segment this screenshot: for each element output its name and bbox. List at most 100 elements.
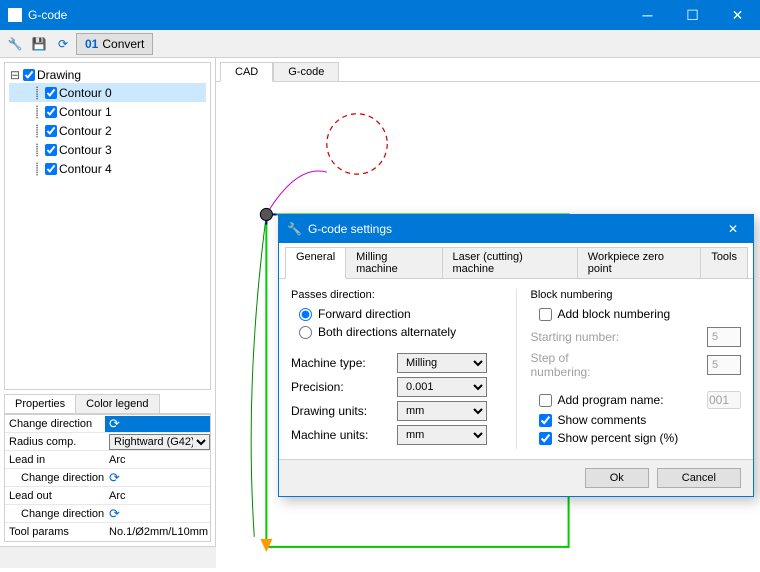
refresh-icon: ⟳ xyxy=(109,470,120,486)
refresh-icon: ⟳ xyxy=(109,506,120,522)
tree-item-3[interactable]: ⸽ Contour 3 xyxy=(9,140,206,159)
tree-item-0-label: Contour 0 xyxy=(59,86,112,100)
tree-root-checkbox[interactable] xyxy=(23,69,35,81)
tree-root[interactable]: ⊟ Drawing xyxy=(9,67,206,83)
view-tabs: CAD G-code xyxy=(216,58,760,82)
check-show-percent[interactable] xyxy=(539,432,552,445)
tree-item-2-label: Contour 2 xyxy=(59,124,112,138)
tree-item-1-label: Contour 1 xyxy=(59,105,112,119)
tree-item-1[interactable]: ⸽ Contour 1 xyxy=(9,102,206,121)
minimize-button[interactable]: ─ xyxy=(625,0,670,30)
radio-both-label: Both directions alternately xyxy=(318,325,456,339)
precision-select[interactable]: 0.001 xyxy=(397,377,487,397)
prop-lead-in-label: Lead in xyxy=(5,454,105,466)
tab-general[interactable]: General xyxy=(285,247,346,279)
prop-lead-out-label: Lead out xyxy=(5,490,105,502)
prop-lead-out-change-label: Change direction xyxy=(5,508,105,520)
check-show-comments[interactable] xyxy=(539,414,552,427)
tree-item-2-checkbox[interactable] xyxy=(45,125,57,137)
radio-forward-label: Forward direction xyxy=(318,307,411,321)
refresh-icon[interactable]: ⟳ xyxy=(52,33,74,55)
tree-item-4[interactable]: ⸽ Contour 4 xyxy=(9,159,206,178)
tab-gcode[interactable]: G-code xyxy=(273,62,339,81)
tree-item-4-checkbox[interactable] xyxy=(45,163,57,175)
prop-radius-comp-label: Radius comp. xyxy=(5,436,105,448)
radio-both-row[interactable]: Both directions alternately xyxy=(291,323,502,341)
prop-tool-params-label: Tool params xyxy=(5,526,105,538)
collapse-icon[interactable]: ⊟ xyxy=(9,68,21,82)
radio-forward[interactable] xyxy=(299,308,312,321)
check-add-program-label: Add program name: xyxy=(558,393,664,407)
radio-both[interactable] xyxy=(299,326,312,339)
machine-type-select[interactable]: Milling xyxy=(397,353,487,373)
check-add-program-row[interactable]: Add program name: xyxy=(531,389,742,411)
left-panel: ⊟ Drawing ⸽ Contour 0 ⸽ Contour 1 ⸽ Cont… xyxy=(0,58,216,546)
tab-properties[interactable]: Properties xyxy=(4,394,76,413)
prop-lead-in-change-label: Change direction xyxy=(5,472,105,484)
window-titlebar: G-code ─ ☐ ✕ xyxy=(0,0,760,30)
check-show-percent-row[interactable]: Show percent sign (%) xyxy=(531,429,742,447)
tab-laser[interactable]: Laser (cutting) machine xyxy=(442,247,578,278)
tab-workpiece-zero[interactable]: Workpiece zero point xyxy=(577,247,702,278)
prop-tool-params-value[interactable]: No.1/Ø2mm/L10mm xyxy=(105,526,210,538)
tree-item-0-checkbox[interactable] xyxy=(45,87,57,99)
prop-change-direction-value[interactable]: ⟳ xyxy=(105,416,210,432)
drawing-units-label: Drawing units: xyxy=(291,404,391,418)
step-numbering-label: Step of numbering: xyxy=(531,351,631,379)
check-show-comments-row[interactable]: Show comments xyxy=(531,411,742,429)
check-add-block[interactable] xyxy=(539,308,552,321)
tree-line-icon: ⸽ xyxy=(31,84,43,101)
dialog-close-button[interactable]: ✕ xyxy=(713,215,753,243)
cancel-button[interactable]: Cancel xyxy=(657,468,741,488)
machine-type-label: Machine type: xyxy=(291,356,391,370)
starting-number-label: Starting number: xyxy=(531,330,631,344)
prop-lead-out-value[interactable]: Arc xyxy=(105,490,210,502)
check-add-block-label: Add block numbering xyxy=(558,307,671,321)
maximize-button[interactable]: ☐ xyxy=(670,0,715,30)
convert-label: Convert xyxy=(102,37,144,51)
main-toolbar: 🔧 💾 ⟳ 01 Convert xyxy=(0,30,760,58)
window-title: G-code xyxy=(28,8,625,22)
prop-lead-out-change-value[interactable]: ⟳ xyxy=(105,506,210,522)
refresh-icon: ⟳ xyxy=(109,416,120,432)
check-add-block-row[interactable]: Add block numbering xyxy=(531,305,742,323)
check-add-program[interactable] xyxy=(539,394,552,407)
tab-tools[interactable]: Tools xyxy=(700,247,748,278)
props-tabs: Properties Color legend xyxy=(4,394,211,414)
props-grid: Change direction ⟳ Radius comp. Rightward … xyxy=(4,414,211,542)
passes-direction-label: Passes direction: xyxy=(291,289,502,301)
tree-panel: ⊟ Drawing ⸽ Contour 0 ⸽ Contour 1 ⸽ Cont… xyxy=(4,62,211,390)
machine-units-select[interactable]: mm xyxy=(397,425,487,445)
tab-color-legend[interactable]: Color legend xyxy=(75,394,159,413)
prop-lead-in-change-value[interactable]: ⟳ xyxy=(105,470,210,486)
prop-radius-comp-value[interactable]: Rightward (G42) xyxy=(105,434,210,450)
dialog-titlebar: 🔧 G-code settings ✕ xyxy=(279,215,753,243)
drawing-units-select[interactable]: mm xyxy=(397,401,487,421)
ok-button[interactable]: Ok xyxy=(585,468,649,488)
tree-item-2[interactable]: ⸽ Contour 2 xyxy=(9,121,206,140)
wrench-icon: 🔧 xyxy=(287,222,302,236)
tree-line-icon: ⸽ xyxy=(31,103,43,120)
precision-label: Precision: xyxy=(291,380,391,394)
radio-forward-row[interactable]: Forward direction xyxy=(291,305,502,323)
tree-item-3-checkbox[interactable] xyxy=(45,144,57,156)
prop-lead-in-value[interactable]: Arc xyxy=(105,454,210,466)
tree-item-0[interactable]: ⸽ Contour 0 xyxy=(9,83,206,102)
tree-item-1-checkbox[interactable] xyxy=(45,106,57,118)
dialog-title-text: G-code settings xyxy=(308,222,392,236)
convert-button[interactable]: 01 Convert xyxy=(76,33,153,55)
tree-line-icon: ⸽ xyxy=(31,141,43,158)
dialog-tabs: General Milling machine Laser (cutting) … xyxy=(279,243,753,279)
tree-root-label: Drawing xyxy=(37,68,81,82)
save-icon[interactable]: 💾 xyxy=(28,33,50,55)
starting-number-input xyxy=(707,327,741,347)
wrench-icon[interactable]: 🔧 xyxy=(4,33,26,55)
check-show-comments-label: Show comments xyxy=(558,413,647,427)
tab-cad[interactable]: CAD xyxy=(220,62,273,82)
machine-units-label: Machine units: xyxy=(291,428,391,442)
settings-dialog: 🔧 G-code settings ✕ General Milling mach… xyxy=(278,214,754,497)
check-show-percent-label: Show percent sign (%) xyxy=(558,431,679,445)
tab-milling[interactable]: Milling machine xyxy=(345,247,442,278)
close-window-button[interactable]: ✕ xyxy=(715,0,760,30)
radius-comp-select[interactable]: Rightward (G42) xyxy=(109,434,210,450)
